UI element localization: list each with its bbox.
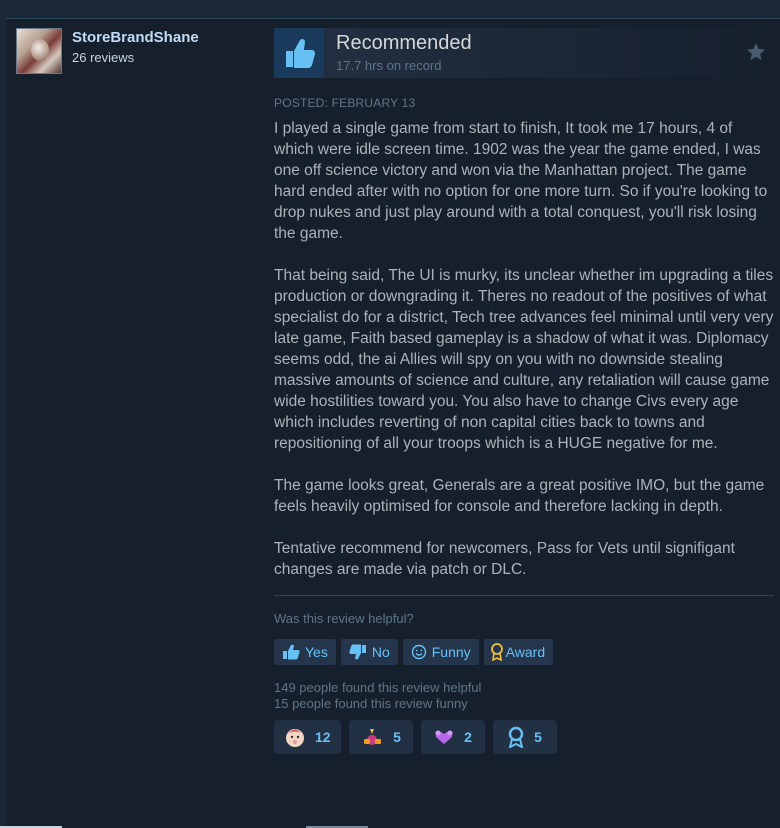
review-paragraph: That being said, The UI is murky, its un… — [274, 267, 774, 452]
baby-face-award-icon — [286, 729, 304, 747]
divider — [274, 595, 774, 596]
helpful-question: Was this review helpful? — [274, 611, 414, 626]
review-stats: 149 people found this review helpful 15 … — [274, 680, 774, 712]
award-count: 5 — [534, 729, 542, 745]
review-author: StoreBrandShane 26 reviews — [16, 28, 199, 74]
award-label: Award — [505, 644, 546, 660]
award-ribbon-icon — [490, 643, 503, 661]
rating-buttons: Yes No Funny Award — [274, 639, 774, 665]
award-count: 12 — [315, 729, 331, 745]
review-paragraph: The game looks great, Generals are a gre… — [274, 477, 765, 515]
medal-award-icon — [508, 726, 524, 748]
thumbs-down-icon — [349, 644, 366, 660]
smiley-icon — [411, 644, 426, 660]
heart-hands-award-icon — [435, 730, 453, 744]
review-content: Recommended 17.7 hrs on record POSTED: F… — [274, 28, 774, 754]
funny-button[interactable]: Funny — [402, 639, 479, 665]
party-award-icon — [364, 729, 382, 745]
vote-title: Recommended — [336, 32, 472, 54]
star-icon[interactable] — [746, 42, 766, 67]
avatar[interactable] — [16, 28, 62, 74]
funny-label: Funny — [431, 644, 471, 660]
award-button[interactable]: Award — [483, 639, 554, 665]
award-item[interactable]: 5 — [492, 720, 557, 754]
hours-on-record: 17.7 hrs on record — [336, 58, 442, 73]
award-count: 2 — [464, 729, 472, 745]
helpful-count: 149 people found this review helpful — [274, 680, 482, 695]
thumbs-up-icon — [283, 644, 300, 660]
no-label: No — [371, 644, 390, 660]
award-count: 5 — [393, 729, 401, 745]
awards-row: 12 5 2 5 — [274, 720, 774, 754]
author-review-count[interactable]: 26 reviews — [72, 50, 199, 65]
review-paragraph: Tentative recommend for newcomers, Pass … — [274, 540, 735, 578]
funny-count: 15 people found this review funny — [274, 696, 468, 711]
no-button[interactable]: No — [340, 639, 398, 665]
award-item[interactable]: 5 — [348, 720, 413, 754]
review-body: I played a single game from start to fin… — [274, 118, 774, 580]
yes-button[interactable]: Yes — [274, 639, 336, 665]
thumbs-up-icon — [274, 28, 324, 78]
posted-date: POSTED: FEBRUARY 13 — [274, 96, 416, 110]
vote-header[interactable]: Recommended 17.7 hrs on record — [274, 28, 774, 78]
author-name[interactable]: StoreBrandShane — [72, 29, 199, 46]
review-paragraph: I played a single game from start to fin… — [274, 120, 768, 242]
award-item[interactable]: 12 — [274, 720, 341, 754]
award-item[interactable]: 2 — [420, 720, 485, 754]
yes-label: Yes — [305, 644, 328, 660]
